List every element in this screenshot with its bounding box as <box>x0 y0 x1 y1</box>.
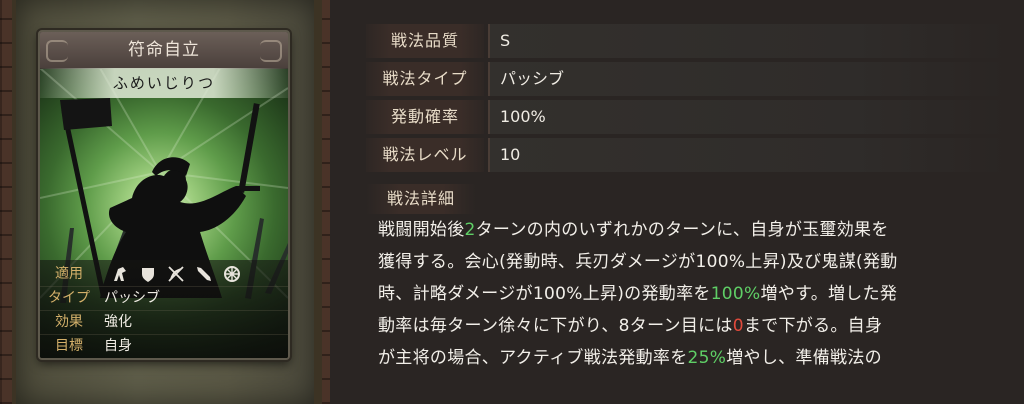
stat-row-activation-rate: 発動確率 100% <box>366 100 1006 134</box>
spear-icon <box>194 264 214 284</box>
troop-type-icons <box>110 264 242 284</box>
stat-value-type: パッシブ <box>488 62 1006 96</box>
detail-description: 戦闘開始後2ターンの内のいずれかのターンに、自身が玉璽効果を 獲得する。会心(発… <box>378 214 1018 374</box>
stat-value-quality: S <box>488 24 1006 58</box>
scroll-edge-right <box>314 0 322 404</box>
stat-value-level: 10 <box>488 138 1006 172</box>
cavalry-icon <box>110 264 130 284</box>
shield-icon <box>138 264 158 284</box>
type-label: タイプ <box>48 290 90 306</box>
info-row-target: 目標 自身 <box>40 334 288 358</box>
type-value: パッシブ <box>104 290 160 306</box>
target-value: 自身 <box>104 338 132 354</box>
detail-line: 動率は毎ターン徐々に下がり、8ターン目には0まで下がる。自身 <box>378 316 883 336</box>
card-info-panel: 適用 タイプ パッシブ 効果 強化 目標 自身 <box>40 260 288 358</box>
card-reading: ふめいじりつ <box>40 68 288 98</box>
detail-line: 獲得する。会心(発動時、兵刃ダメージが100%上昇)及び鬼謀(発動 <box>378 252 898 272</box>
info-row-applicable: 適用 <box>40 262 288 287</box>
stat-value-activation-rate: 100% <box>488 100 1006 134</box>
stat-row-level: 戦法レベル 10 <box>366 138 1006 172</box>
stat-row-quality: 戦法品質 S <box>366 24 1006 58</box>
info-row-type: タイプ パッシブ <box>40 286 288 311</box>
stat-label-activation-rate: 発動確率 <box>366 100 484 134</box>
stat-row-type: 戦法タイプ パッシブ <box>366 62 1006 96</box>
siege-icon <box>222 264 242 284</box>
detail-line: 時、計略ダメージが100%上昇)の発動率を100%増やす。増した発 <box>378 284 898 304</box>
card-title: 符命自立 <box>128 40 200 60</box>
applicable-label: 適用 <box>55 266 83 282</box>
effect-label: 効果 <box>55 314 83 330</box>
stat-label-level: 戦法レベル <box>366 138 484 172</box>
stat-label-type: 戦法タイプ <box>366 62 484 96</box>
crossbow-icon <box>166 264 186 284</box>
tactic-card[interactable]: 符命自立 ふめいじりつ 適用 タイプ パッシブ 効果 強化 目標 自身 <box>38 30 290 360</box>
title-ornament-right-icon <box>260 40 282 62</box>
effect-value: 強化 <box>104 314 132 330</box>
detail-line: が主将の場合、アクティブ戦法発動率を25%増やし、準備戦法の <box>378 348 882 368</box>
info-row-effect: 効果 強化 <box>40 310 288 335</box>
title-ornament-left-icon <box>46 40 68 62</box>
detail-title: 戦法詳細 <box>366 184 476 214</box>
target-label: 目標 <box>55 338 83 354</box>
card-title-bar: 符命自立 <box>40 32 288 69</box>
detail-line: 戦闘開始後2ターンの内のいずれかのターンに、自身が玉璽効果を <box>378 220 889 240</box>
stat-label-quality: 戦法品質 <box>366 24 484 58</box>
